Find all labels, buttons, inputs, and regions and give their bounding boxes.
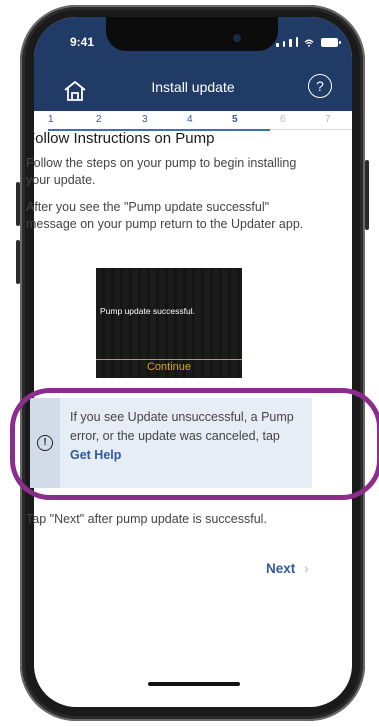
camera-icon [233,34,241,42]
signal-icon [289,39,292,47]
power-button [365,160,369,230]
step-2: 2 [96,114,102,125]
step-1: 1 [48,114,54,125]
instructions: Follow Instructions on Pump Follow the s… [26,130,306,243]
help-button[interactable]: ? [308,74,332,98]
next-button[interactable]: Next [266,561,295,576]
info-text: If you see Update unsuccessful, a Pump e… [70,410,294,443]
chevron-right-icon: › [304,560,309,576]
instruction-paragraph: Follow the steps on your pump to begin i… [26,156,297,187]
signal-icon [295,37,298,47]
wifi-icon [304,39,314,47]
pump-screen-image: Pump update successful. Continue [96,268,242,378]
home-indicator [148,682,240,686]
status-time: 9:41 [70,35,95,49]
page-title: Install update [151,79,235,95]
pump-message: Pump update successful. [100,306,195,316]
signal-icon [282,41,285,47]
battery-icon [321,38,341,47]
step-5: 5 [232,114,238,125]
pump-continue-label: Continue [146,361,192,373]
step-3: 3 [142,114,148,125]
info-callout: ! If you see Update unsuccessful, a Pump… [30,398,312,488]
step-6: 6 [280,114,286,125]
step-progress: 1 2 3 4 5 6 7 [34,111,352,132]
volume-button [16,240,20,284]
info-text-block: If you see Update unsuccessful, a Pump e… [70,408,306,465]
volume-button [16,182,20,226]
info-exclamation-icon: ! [37,435,53,451]
signal-icon [276,43,279,47]
status-icons [276,37,341,47]
instruction-paragraph: After you see the "Pump update successfu… [26,200,304,231]
step-7: 7 [325,114,331,125]
notch [106,17,278,51]
get-help-link[interactable]: Get Help [70,448,121,462]
step-4: 4 [187,114,193,125]
footer-instruction: Tap "Next" after pump update is successf… [26,512,267,526]
pump-divider [96,359,242,360]
section-heading: Follow Instructions on Pump [26,130,215,147]
